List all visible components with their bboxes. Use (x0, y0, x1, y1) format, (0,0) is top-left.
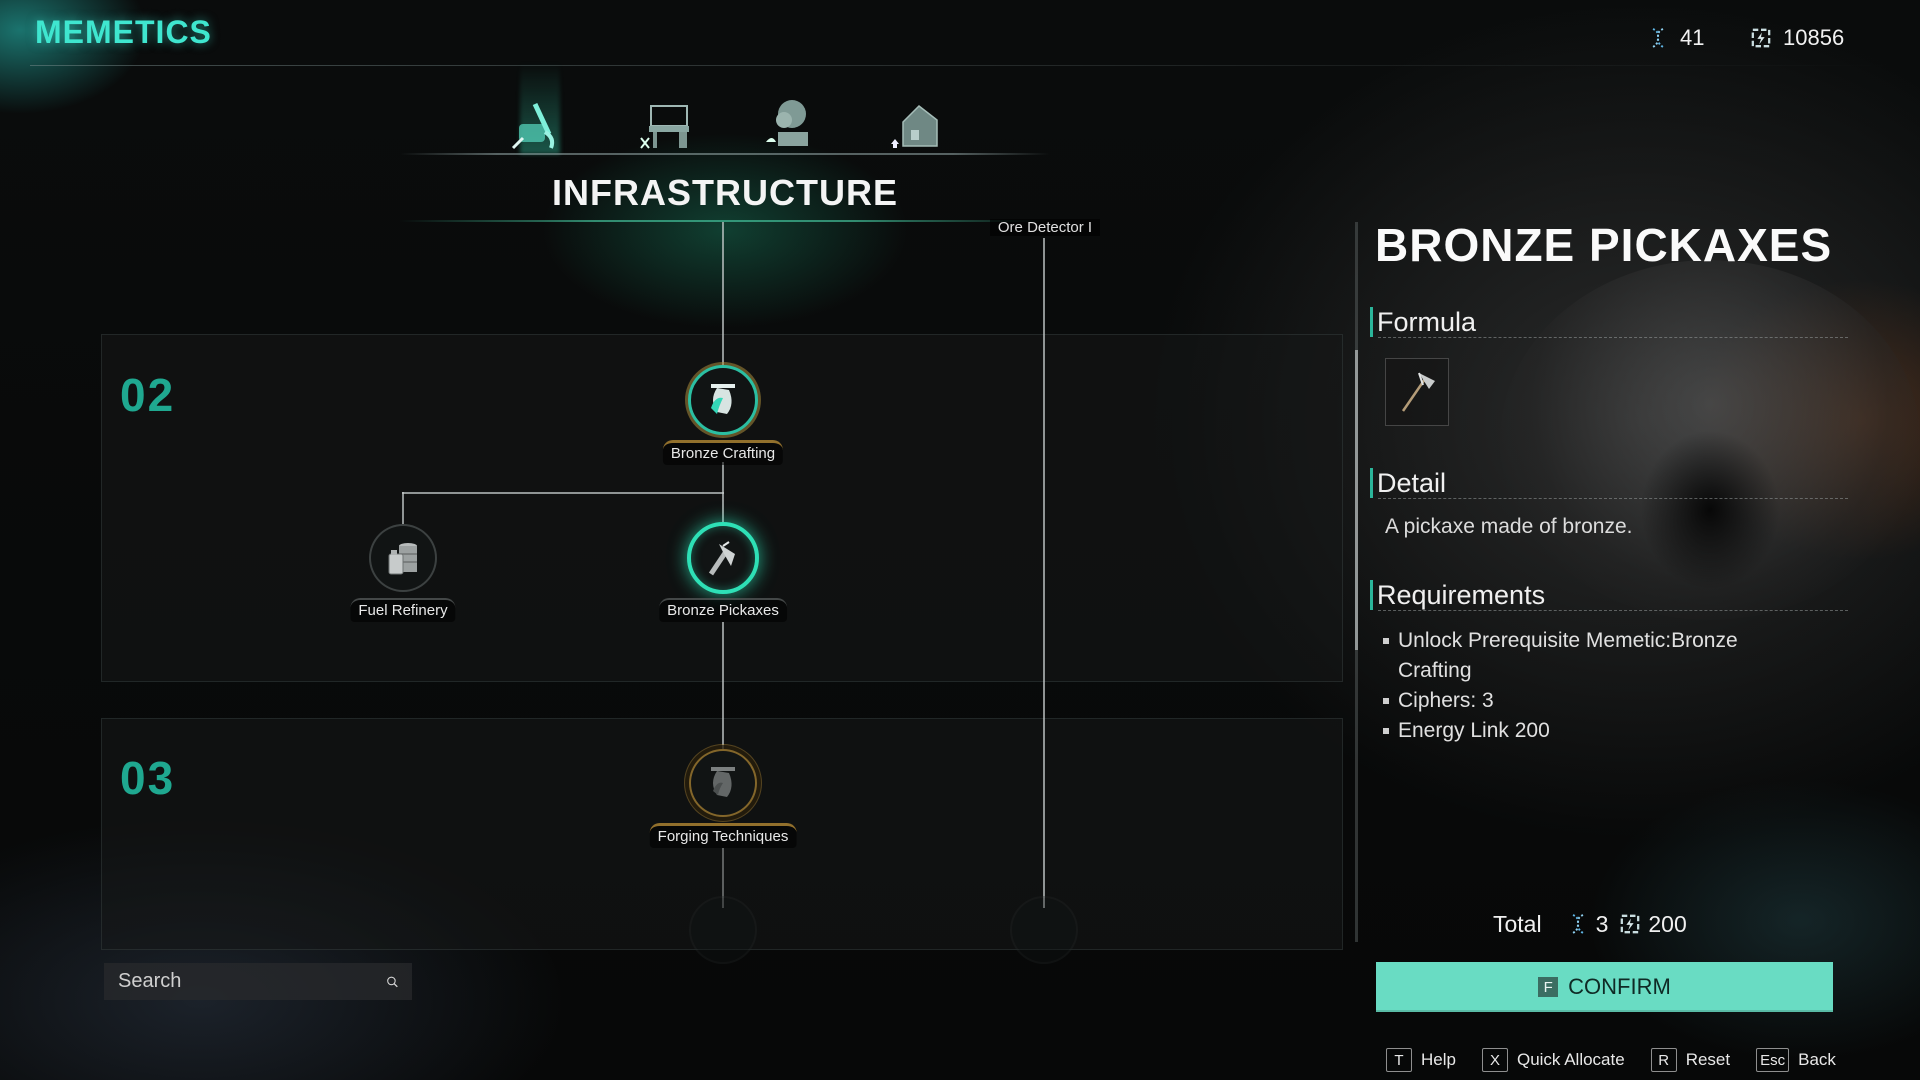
pickaxe-icon (708, 541, 735, 576)
search-box (104, 963, 412, 1000)
connector-line (722, 462, 724, 526)
creature-mouth (1640, 430, 1780, 590)
cipher-counter: 41 (1648, 24, 1704, 52)
scrollbar-thumb[interactable] (1355, 350, 1358, 650)
cipher-icon (1652, 28, 1664, 48)
tab-divider (400, 153, 1050, 155)
node-bronze-crafting[interactable] (688, 365, 758, 435)
energy-link-counter: 10856 (1751, 24, 1844, 52)
requirement-item: Unlock Prerequisite Memetic:Bronze Craft… (1382, 626, 1802, 686)
node-bronze-pickaxes[interactable] (687, 522, 759, 594)
key-cap: X (1481, 1048, 1508, 1072)
requirements-list: Unlock Prerequisite Memetic:Bronze Craft… (1382, 626, 1802, 746)
key-cap: R (1650, 1048, 1677, 1072)
section-divider (1378, 610, 1848, 611)
detail-description: A pickaxe made of bronze. (1385, 515, 1633, 538)
total-label: Total (1493, 910, 1542, 937)
screen-title: MEMETICS (35, 14, 212, 50)
connector-line (722, 222, 724, 368)
key-hints-bar: T Help X Quick Allocate R Reset Esc Back (1386, 1048, 1862, 1072)
formula-heading: Formula (1370, 307, 1476, 337)
house-icon (891, 105, 938, 148)
quick-allocate-hint[interactable]: X Quick Allocate (1481, 1048, 1625, 1072)
node-fuel-refinery[interactable] (369, 524, 437, 592)
hint-label: Reset (1685, 1050, 1731, 1069)
fuel-barrel-icon (388, 543, 417, 575)
back-hint[interactable]: Esc Back (1756, 1048, 1836, 1072)
connector-line (722, 622, 724, 752)
search-icon[interactable] (385, 968, 400, 996)
connector-line (402, 492, 404, 526)
confirm-label: CONFIRM (1568, 974, 1671, 999)
total-energy: 200 (1648, 910, 1687, 937)
node-next-locked[interactable] (689, 896, 757, 964)
tab-infrastructure[interactable] (500, 88, 570, 152)
tab-farming[interactable] (755, 88, 825, 152)
connector-line (402, 492, 724, 494)
tier-number: 02 (120, 369, 176, 421)
requirement-item: Energy Link 200 (1382, 716, 1802, 746)
bronze-crafting-icon (711, 384, 735, 414)
header-divider (30, 65, 1890, 66)
requirements-heading: Requirements (1370, 580, 1545, 610)
planter-icon (766, 100, 808, 146)
workbench-icon (640, 105, 689, 149)
reset-hint[interactable]: R Reset (1650, 1048, 1731, 1072)
hint-label: Back (1798, 1050, 1836, 1069)
tier-number: 03 (120, 752, 176, 804)
cipher-count: 41 (1680, 25, 1705, 50)
formula-item-slot[interactable] (1385, 358, 1449, 426)
tab-crafting[interactable] (630, 88, 700, 152)
node-label: Bronze Crafting (662, 440, 784, 465)
node-label: Fuel Refinery (350, 598, 456, 622)
pickaxe-tools-icon (511, 102, 555, 150)
connector-line-ore-detector (1043, 238, 1045, 908)
node-label: Forging Techniques (649, 823, 797, 848)
bronze-pickaxe-icon (1401, 372, 1435, 412)
requirement-item: Ciphers: 3 (1382, 686, 1802, 716)
energy-link-count: 10856 (1783, 25, 1845, 50)
section-divider (1378, 337, 1848, 338)
category-title: INFRASTRUCTURE (552, 172, 898, 213)
total-ciphers: 3 (1595, 910, 1609, 937)
hint-label: Quick Allocate (1516, 1050, 1625, 1069)
forging-icon (711, 767, 735, 797)
confirm-key-hint: F (1538, 977, 1559, 997)
section-divider (1378, 498, 1848, 499)
energy-link-icon (1621, 914, 1640, 934)
category-underline (400, 220, 1050, 222)
help-hint[interactable]: T Help (1386, 1048, 1456, 1072)
energy-link-icon (1751, 28, 1771, 48)
key-cap: Esc (1756, 1048, 1790, 1072)
cipher-icon (1571, 914, 1584, 934)
tab-building[interactable] (880, 88, 950, 152)
item-title: BRONZE PICKAXES (1375, 219, 1833, 271)
detail-heading: Detail (1370, 468, 1446, 498)
confirm-button[interactable]: F CONFIRM (1376, 962, 1833, 1012)
total-cost: Total 3 200 (1493, 908, 1687, 940)
search-input[interactable] (104, 969, 385, 994)
node-label: Bronze Pickaxes (659, 598, 787, 622)
node-ore-detector-locked[interactable] (1010, 896, 1078, 964)
branch-label-ore-detector[interactable]: Ore Detector I (990, 219, 1100, 236)
key-cap: T (1386, 1048, 1412, 1072)
node-forging-techniques[interactable] (689, 749, 757, 817)
hint-label: Help (1421, 1050, 1456, 1069)
